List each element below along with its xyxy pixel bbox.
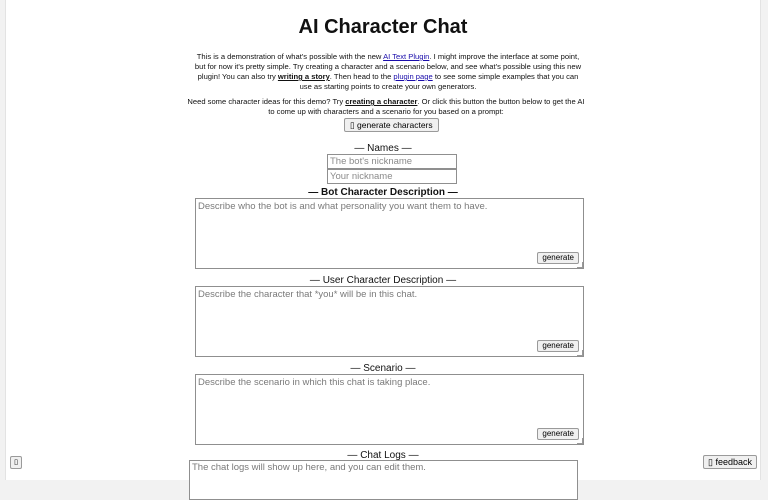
names-label: — Names — [354, 143, 412, 154]
scenario-textarea[interactable] [195, 374, 584, 445]
resize-grip-icon[interactable] [577, 262, 583, 268]
chat-logs-textarea[interactable] [189, 460, 578, 500]
generate-scenario-button[interactable]: generate [537, 428, 579, 440]
user-nickname-input[interactable] [327, 169, 457, 184]
generate-user-description-button[interactable]: generate [537, 340, 579, 352]
resize-grip-icon[interactable] [577, 350, 583, 356]
creating-character-link[interactable]: creating a character [345, 97, 417, 106]
plugin-page-link[interactable]: plugin page [393, 72, 432, 81]
bot-nickname-input[interactable] [327, 154, 457, 169]
page-title: AI Character Chat [298, 16, 468, 38]
user-description-area: generate [195, 286, 584, 357]
intro-text: . Then head to the [329, 72, 394, 81]
intro-text: This is a demonstration of what's possib… [196, 52, 384, 61]
scenario-label: — Scenario — [350, 363, 416, 374]
menu-icon-button[interactable]: ▯ [10, 456, 22, 469]
ai-text-plugin-link[interactable]: AI Text Plugin [383, 52, 429, 61]
bot-description-area: generate [195, 198, 584, 269]
generate-characters-button[interactable]: ▯ generate characters [344, 118, 439, 132]
intro-text: Need some character ideas for this demo?… [187, 97, 346, 106]
feedback-button[interactable]: ▯ feedback [703, 455, 757, 469]
user-description-textarea[interactable] [195, 286, 584, 357]
intro-paragraph: This is a demonstration of what's possib… [193, 52, 583, 92]
bot-description-label: — Bot Character Description — [308, 187, 458, 198]
generate-bot-description-button[interactable]: generate [537, 252, 579, 264]
scenario-area: generate [195, 374, 584, 445]
page-container: AI Character Chat This is a demonstratio… [5, 0, 761, 480]
user-description-label: — User Character Description — [309, 275, 457, 286]
character-ideas-paragraph: Need some character ideas for this demo?… [186, 97, 586, 117]
bot-description-textarea[interactable] [195, 198, 584, 269]
resize-grip-icon[interactable] [577, 438, 583, 444]
writing-story-link[interactable]: writing a story [278, 72, 330, 81]
